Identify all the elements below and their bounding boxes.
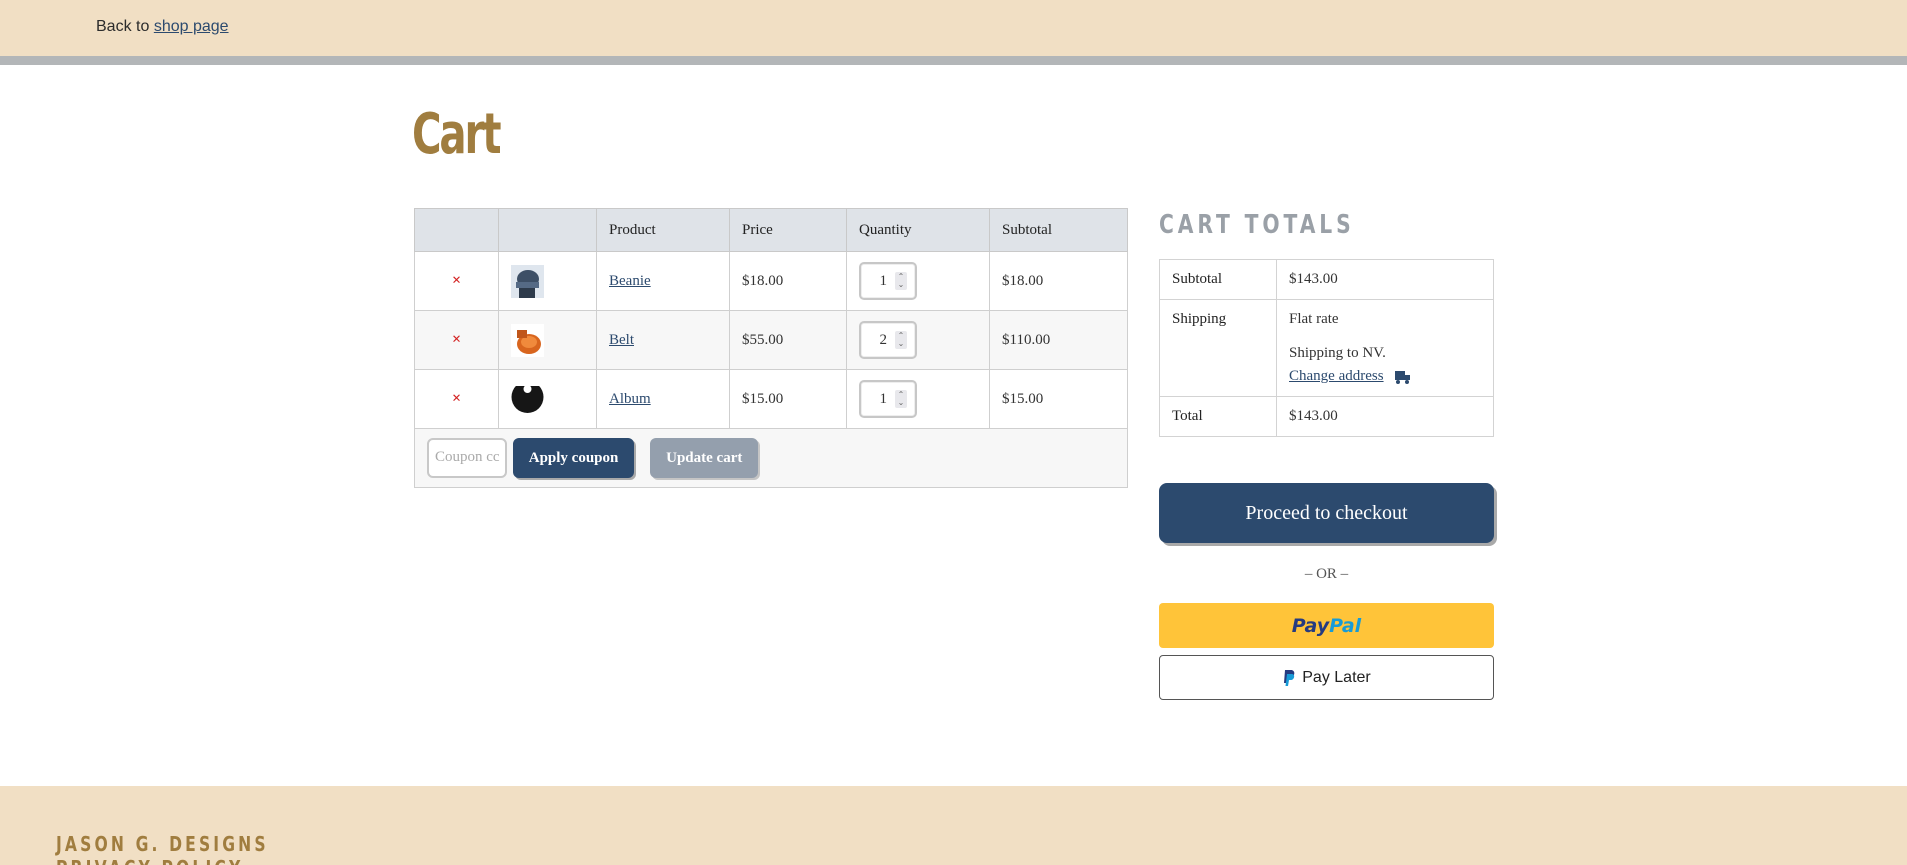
- or-divider: – OR –: [1304, 566, 1349, 582]
- spinner-arrows-icon[interactable]: ⌃ ⌄: [895, 331, 907, 349]
- subtotal-cell: $110.00: [989, 310, 1128, 370]
- col-quantity-header: Quantity: [846, 208, 990, 252]
- shipping-label: Shipping: [1159, 299, 1277, 397]
- shipping-method: Flat rate: [1289, 311, 1339, 327]
- quantity-value: 2: [879, 331, 888, 348]
- footer-privacy-link[interactable]: PRIVACY POLICY: [56, 856, 243, 865]
- product-link-album[interactable]: Album: [609, 391, 651, 407]
- cart-actions-row: Coupon cc Apply coupon Update cart: [414, 428, 1128, 488]
- back-to-shop: Back to shop page: [96, 18, 229, 36]
- total-label: Total: [1159, 396, 1277, 437]
- pay-later-button[interactable]: Pay Later: [1159, 655, 1494, 700]
- totals-subtotal-row: Subtotal $143.00: [1159, 259, 1494, 300]
- table-row: × Album $15.00 1 ⌃ ⌄ $15.00: [414, 369, 1128, 429]
- col-thumb-header: [498, 208, 597, 252]
- footer-band: [0, 786, 1907, 865]
- subtotal-cell: $18.00: [989, 251, 1128, 311]
- subtotal-label: Subtotal: [1159, 259, 1277, 300]
- paypal-logo: PayPal: [1291, 614, 1362, 637]
- totals-total-row: Total $143.00: [1159, 396, 1494, 437]
- cart-table-header: Product Price Quantity Subtotal: [414, 208, 1128, 252]
- truck-icon[interactable]: [1395, 370, 1411, 384]
- change-address-link[interactable]: Change address: [1289, 368, 1384, 384]
- subtotal-cell: $15.00: [989, 369, 1128, 429]
- pay-later-label: Pay Later: [1302, 668, 1371, 686]
- back-prefix-text: Back to: [96, 18, 150, 35]
- quantity-value: 1: [879, 390, 888, 407]
- col-price-header: Price: [729, 208, 847, 252]
- quantity-stepper[interactable]: 1 ⌃ ⌄: [859, 380, 917, 418]
- page-title: Cart: [412, 102, 501, 167]
- top-header-band: [0, 0, 1907, 56]
- table-row: × Beanie $18.00 1 ⌃ ⌄ $18.00: [414, 251, 1128, 311]
- col-product-header: Product: [596, 208, 730, 252]
- product-link-belt[interactable]: Belt: [609, 332, 634, 348]
- table-row: × Belt $55.00 2 ⌃ ⌄ $110.00: [414, 310, 1128, 370]
- subtotal-value: $143.00: [1276, 259, 1494, 300]
- total-value: $143.00: [1276, 396, 1494, 437]
- beanie-thumbnail-icon[interactable]: [511, 264, 544, 298]
- cart-totals-heading: CART TOTALS: [1159, 210, 1355, 240]
- remove-item-button[interactable]: ×: [427, 272, 486, 290]
- proceed-to-checkout-button[interactable]: Proceed to checkout: [1159, 483, 1494, 543]
- shipping-destination: Shipping to NV.: [1289, 345, 1386, 361]
- paypal-button[interactable]: PayPal: [1159, 603, 1494, 648]
- totals-shipping-row: Shipping Flat rate Shipping to NV. Chang…: [1159, 299, 1494, 397]
- cart-table: Product Price Quantity Subtotal × Beanie…: [414, 208, 1128, 488]
- cart-totals-table: Subtotal $143.00 Shipping Flat rate Ship…: [1159, 259, 1494, 437]
- header-divider: [0, 56, 1907, 65]
- product-link-beanie[interactable]: Beanie: [609, 273, 651, 289]
- col-subtotal-header: Subtotal: [989, 208, 1128, 252]
- belt-thumbnail-icon[interactable]: [511, 323, 544, 357]
- footer-brand: JASON G. DESIGNS: [56, 832, 269, 856]
- paypal-p-icon: [1284, 669, 1295, 686]
- price-cell: $18.00: [729, 251, 847, 311]
- remove-item-button[interactable]: ×: [427, 331, 486, 349]
- coupon-input[interactable]: Coupon cc: [427, 438, 507, 478]
- spinner-arrows-icon[interactable]: ⌃ ⌄: [895, 272, 907, 290]
- spinner-arrows-icon[interactable]: ⌃ ⌄: [895, 390, 907, 408]
- col-remove-header: [414, 208, 499, 252]
- remove-item-button[interactable]: ×: [427, 390, 486, 408]
- apply-coupon-button[interactable]: Apply coupon: [512, 438, 635, 478]
- update-cart-button[interactable]: Update cart: [650, 438, 759, 478]
- price-cell: $55.00: [729, 310, 847, 370]
- shop-page-link[interactable]: shop page: [154, 18, 229, 35]
- quantity-stepper[interactable]: 2 ⌃ ⌄: [859, 321, 917, 359]
- price-cell: $15.00: [729, 369, 847, 429]
- quantity-value: 1: [879, 272, 888, 289]
- album-thumbnail-icon[interactable]: [511, 382, 544, 416]
- quantity-stepper[interactable]: 1 ⌃ ⌄: [859, 262, 917, 300]
